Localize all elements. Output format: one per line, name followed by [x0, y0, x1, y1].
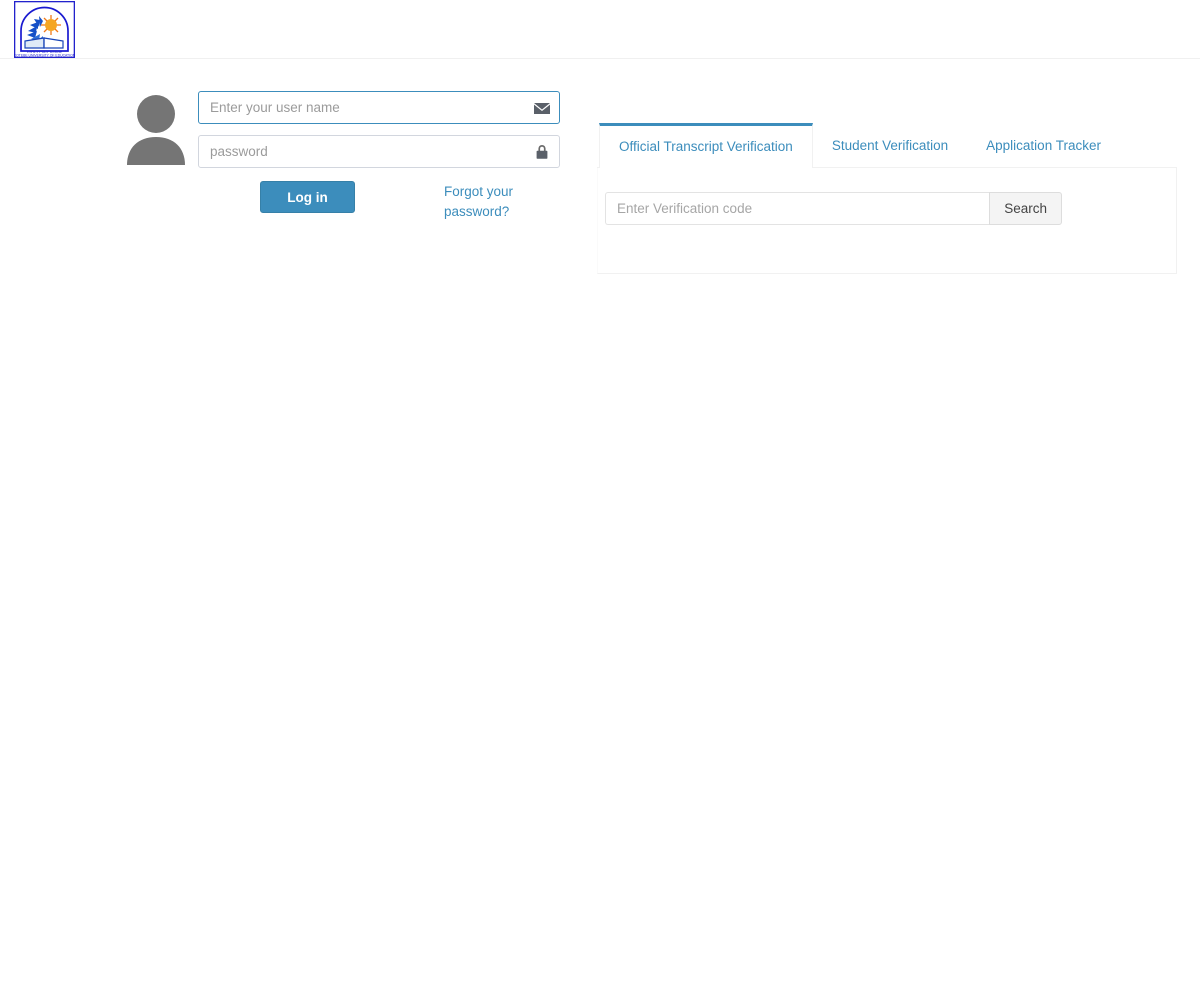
tab-label: Application Tracker: [986, 137, 1101, 153]
search-button[interactable]: Search: [989, 192, 1062, 225]
login-actions: Log in Forgot your password?: [198, 181, 580, 231]
login-button[interactable]: Log in: [260, 181, 355, 213]
verification-tab-panel: Search: [597, 168, 1177, 274]
university-crest-logo[interactable]: የኮተቤ ትምህርት ዩኒቭርስቲ KOTEBE UNIVERSITY OF E…: [13, 0, 76, 59]
username-input[interactable]: [198, 91, 560, 124]
site-header: የኮተቤ ትምህርት ዩኒቭርስቲ KOTEBE UNIVERSITY OF E…: [0, 0, 1200, 59]
verification-tabs: Official Transcript Verification Student…: [597, 123, 1177, 168]
tab-official-transcript-verification[interactable]: Official Transcript Verification: [599, 123, 813, 168]
tab-application-tracker[interactable]: Application Tracker: [967, 123, 1120, 167]
tab-student-verification[interactable]: Student Verification: [813, 123, 967, 167]
verification-search-group: Search: [605, 192, 1062, 225]
forgot-password-link[interactable]: Forgot your password?: [444, 182, 520, 222]
login-form: Log in Forgot your password?: [120, 91, 580, 231]
username-field-wrap: [198, 91, 560, 124]
user-avatar-icon: [125, 93, 187, 165]
verification-panel: Official Transcript Verification Student…: [597, 123, 1177, 274]
password-input[interactable]: [198, 135, 560, 168]
password-field-wrap: [198, 135, 560, 168]
tab-label: Official Transcript Verification: [619, 139, 793, 154]
page-body: Log in Forgot your password? Official Tr…: [0, 59, 1200, 1001]
logo-english-line: KOTEBE UNIVERSITY OF EDUCATION: [14, 54, 75, 58]
verification-code-input[interactable]: [605, 192, 990, 225]
login-panel: Log in Forgot your password?: [120, 91, 580, 231]
tab-label: Student Verification: [831, 137, 949, 153]
